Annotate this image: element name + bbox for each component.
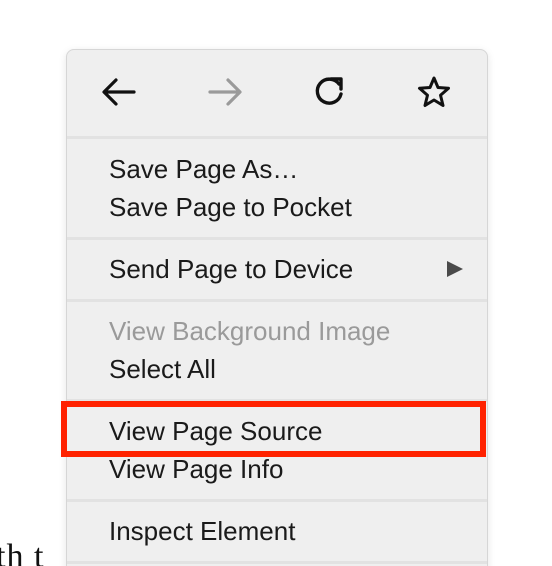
- menu-separator: [67, 561, 487, 564]
- back-button[interactable]: [97, 72, 141, 112]
- menu-separator: [67, 136, 487, 139]
- arrow-left-icon: [102, 78, 136, 106]
- menu-item-save-page-to-pocket[interactable]: Save Page to Pocket: [67, 188, 487, 226]
- menu-separator: [67, 237, 487, 240]
- menu-item-select-all[interactable]: Select All: [67, 350, 487, 388]
- menu-separator: [67, 299, 487, 302]
- menu-item-view-page-source[interactable]: View Page Source: [67, 412, 487, 450]
- star-icon: [418, 76, 450, 107]
- menu-item-send-page-to-device[interactable]: Send Page to Device: [67, 250, 487, 288]
- context-menu: Save Page As… Save Page to Pocket Send P…: [66, 49, 488, 566]
- menu-separator: [67, 399, 487, 402]
- page: th t Save Page As… Save Page to Pocket S…: [0, 0, 552, 566]
- submenu-arrow-icon: [447, 261, 463, 277]
- menu-item-label: Send Page to Device: [109, 254, 354, 284]
- context-menu-nav-bar: [67, 50, 487, 136]
- reload-button[interactable]: [307, 72, 351, 112]
- menu-separator: [67, 499, 487, 502]
- menu-item-inspect-element[interactable]: Inspect Element: [67, 512, 487, 550]
- reload-icon: [315, 77, 343, 105]
- background-page-text: th t: [0, 538, 45, 566]
- menu-item-view-background-image: View Background Image: [109, 316, 391, 346]
- bookmark-button[interactable]: [412, 72, 456, 112]
- menu-item-save-page-as[interactable]: Save Page As…: [67, 150, 487, 188]
- menu-item-view-page-info[interactable]: View Page Info: [67, 450, 487, 488]
- arrow-right-icon: [208, 78, 242, 106]
- forward-button[interactable]: [203, 72, 247, 112]
